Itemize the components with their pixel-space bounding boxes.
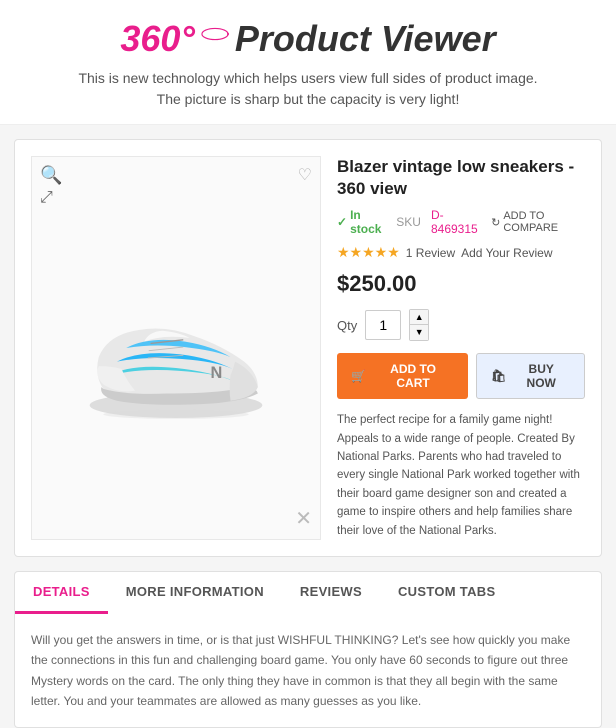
refresh-icon: ↻ — [491, 216, 500, 229]
tab-details[interactable]: DETAILS — [15, 572, 108, 614]
cart-icon: 🛒 — [351, 369, 366, 383]
in-stock-badge: In stock — [337, 208, 386, 236]
tab-reviews[interactable]: REVIEWS — [282, 572, 380, 614]
buy-now-button[interactable]: 🛍 BUY NOW — [476, 353, 585, 399]
qty-label: Qty — [337, 318, 357, 333]
product-description: The perfect recipe for a family game nig… — [337, 411, 585, 540]
product-image: N — [76, 268, 276, 428]
svg-text:N: N — [211, 364, 223, 382]
review-count: 1 Review — [406, 246, 455, 260]
hero-title: 360° Product Viewer — [20, 18, 596, 60]
tab-content: Will you get the answers in time, or is … — [14, 614, 602, 728]
qty-increment[interactable]: ▲ — [410, 310, 428, 325]
product-card: 🔍 ⤢ ♡ ✕ N — [14, 139, 602, 557]
hero-360-badge: 360° — [120, 18, 194, 60]
product-info: Blazer vintage low sneakers - 360 view I… — [337, 156, 585, 540]
expand-icon[interactable]: ⤢ — [40, 189, 53, 207]
qty-input[interactable] — [365, 310, 401, 340]
sku-label: SKU — [396, 215, 421, 229]
tab-more-information[interactable]: MORE INFORMATION — [108, 572, 282, 614]
hero-section: 360° Product Viewer This is new technolo… — [0, 0, 616, 125]
wishlist-icon[interactable]: ♡ — [298, 165, 312, 185]
cart-buttons-row: 🛒 ADD TO CART 🛍 BUY NOW — [337, 353, 585, 399]
sku-value: D-8469315 — [431, 208, 481, 236]
product-meta: In stock SKU D-8469315 ↻ ADD TO COMPARE — [337, 208, 585, 236]
tab-content-text: Will you get the answers in time, or is … — [31, 630, 585, 712]
hero-product-viewer-text: Product Viewer — [235, 18, 496, 60]
bag-icon: 🛍 — [491, 369, 506, 383]
product-price: $250.00 — [337, 271, 585, 297]
reviews-row: ★★★★★ 1 Review Add Your Review — [337, 244, 585, 261]
star-rating: ★★★★★ — [337, 244, 400, 261]
tab-custom-tabs[interactable]: CUSTOM TABS — [380, 572, 513, 614]
product-name: Blazer vintage low sneakers - 360 view — [337, 156, 585, 200]
add-to-compare-link[interactable]: ↻ ADD TO COMPARE — [491, 210, 585, 234]
hero-subtitle: This is new technology which helps users… — [20, 68, 596, 110]
add-to-cart-button[interactable]: 🛒 ADD TO CART — [337, 353, 468, 399]
add-review-link[interactable]: Add Your Review — [461, 246, 552, 260]
product-image-panel: 🔍 ⤢ ♡ ✕ N — [31, 156, 321, 540]
qty-stepper[interactable]: ▲ ▼ — [409, 309, 429, 341]
orbit-icon — [201, 20, 229, 48]
qty-row: Qty ▲ ▼ — [337, 309, 585, 341]
qty-decrement[interactable]: ▼ — [410, 325, 428, 340]
close-icon[interactable]: ✕ — [295, 506, 312, 531]
search-icon[interactable]: 🔍 — [40, 165, 62, 186]
tabs-bar: DETAILS MORE INFORMATION REVIEWS CUSTOM … — [14, 571, 602, 614]
